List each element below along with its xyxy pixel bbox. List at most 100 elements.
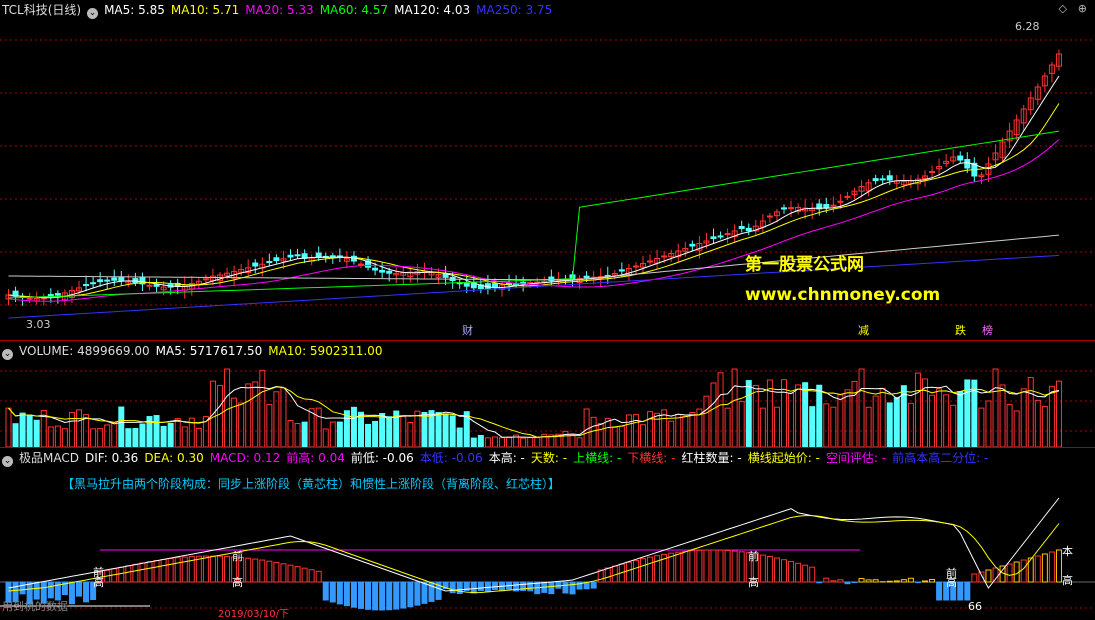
- price-chart-panel[interactable]: TCL科技(日线)⌄MA5: 5.85MA10: 5.71MA20: 5.33M…: [0, 0, 1095, 341]
- dropdown-chevron-icon[interactable]: ⌄: [2, 456, 13, 467]
- volume-bar: [641, 425, 646, 447]
- macd-bar: [302, 568, 307, 582]
- macd-bar: [196, 556, 201, 582]
- candlestick: [55, 294, 60, 296]
- candlestick: [288, 255, 293, 257]
- macd-bar: [1049, 552, 1054, 582]
- macd-bar: [182, 557, 187, 582]
- macd-bar: [782, 560, 787, 582]
- macd-bar: [774, 558, 779, 582]
- volume-bar: [443, 414, 448, 447]
- macd-bar: [316, 571, 321, 582]
- volume-bar: [577, 438, 582, 447]
- dropdown-chevron-icon[interactable]: ⌄: [2, 349, 13, 360]
- zoom-diamond-icon[interactable]: ◇: [1059, 2, 1067, 15]
- panel-close-icon[interactable]: ⊕: [1078, 2, 1087, 15]
- macd-bar: [704, 550, 709, 582]
- macd-panel[interactable]: ⌄极品MACDDIF: 0.36DEA: 0.30MACD: 0.12前高: 0…: [0, 448, 1095, 617]
- macd-bar: [253, 559, 258, 582]
- event-tag[interactable]: 财: [462, 322, 473, 338]
- volume-bar: [584, 409, 589, 447]
- event-tag[interactable]: 跌: [955, 322, 966, 338]
- macd-bar: [168, 559, 173, 582]
- volume-bar: [711, 383, 716, 447]
- volume-bar: [1028, 378, 1033, 447]
- volume-bar: [718, 373, 723, 447]
- macd-bar: [323, 582, 328, 600]
- candlestick: [584, 276, 589, 278]
- volume-bar: [288, 420, 293, 447]
- macd-bar: [84, 582, 89, 602]
- macd-bar: [154, 561, 159, 582]
- volume-bar: [415, 411, 420, 447]
- ma-indicator: MA250: 3.75: [476, 3, 552, 17]
- volume-bar: [852, 381, 857, 447]
- macd-bar: [422, 582, 427, 603]
- volume-bar: [316, 408, 321, 447]
- volume-bar: [958, 392, 963, 447]
- macd-bar: [633, 560, 638, 582]
- stock-name[interactable]: TCL科技(日线): [2, 3, 81, 17]
- macd-bar: [295, 567, 300, 582]
- macd-chart-canvas[interactable]: [0, 448, 1095, 617]
- macd-bar: [126, 566, 131, 582]
- dropdown-chevron-icon[interactable]: ⌄: [87, 8, 98, 19]
- candlestick: [295, 255, 300, 256]
- volume-bar: [168, 423, 173, 447]
- volume-bar: [140, 424, 145, 447]
- volume-bar: [908, 403, 913, 447]
- macd-bar: [810, 567, 815, 582]
- macd-bar: [894, 581, 899, 582]
- volume-bar: [295, 424, 300, 447]
- macd-bar: [979, 572, 984, 582]
- volume-bar: [739, 401, 744, 447]
- ma-indicator: MA60: 4.57: [320, 3, 388, 17]
- macd-bar: [48, 582, 53, 598]
- macd-field: 前低: -0.06: [351, 451, 414, 465]
- macd-bar: [838, 580, 843, 582]
- macd-field: 空间评估: -: [826, 451, 886, 465]
- volume-bar: [796, 385, 801, 447]
- macd-bar: [556, 582, 561, 588]
- candlestick: [887, 176, 892, 180]
- candlestick: [633, 266, 638, 267]
- ma-indicator: MA20: 5.33: [245, 3, 313, 17]
- volume-bar: [1049, 386, 1054, 447]
- macd-marker: 高: [1062, 572, 1073, 588]
- macd-bar: [337, 582, 342, 604]
- macd-title[interactable]: 极品MACD: [19, 451, 79, 465]
- macd-bar: [274, 562, 279, 582]
- macd-bar: [20, 582, 25, 594]
- candlestick: [789, 208, 794, 209]
- candlestick: [838, 201, 843, 202]
- volume-bar: [112, 423, 117, 447]
- macd-bar: [824, 578, 829, 582]
- macd-field: 本高: -: [489, 451, 525, 465]
- volume-bar: [810, 407, 815, 447]
- volume-bar: [77, 410, 82, 447]
- volume-bar: [831, 407, 836, 447]
- macd-bar: [655, 556, 660, 582]
- volume-bar: [979, 408, 984, 447]
- volume-info-bar: ⌄VOLUME: 4899669.00MA5: 5717617.50MA10: …: [2, 344, 388, 358]
- macd-bar: [690, 551, 695, 582]
- volume-bar: [1007, 405, 1012, 447]
- macd-bar: [683, 551, 688, 582]
- event-tag[interactable]: 减: [858, 322, 869, 338]
- volume-bar: [760, 408, 765, 447]
- volume-bar: [422, 412, 427, 447]
- volume-bar: [669, 421, 674, 447]
- macd-bar: [281, 564, 286, 582]
- volume-bar: [1014, 411, 1019, 447]
- candlestick: [619, 270, 624, 271]
- volume-bar: [591, 417, 596, 447]
- macd-bar: [923, 581, 928, 582]
- event-tag[interactable]: 榜: [982, 322, 993, 338]
- candlestick: [930, 172, 935, 173]
- volume-bar: [359, 412, 364, 447]
- macd-bar: [1056, 550, 1061, 582]
- volume-panel[interactable]: ⌄VOLUME: 4899669.00MA5: 5717617.50MA10: …: [0, 341, 1095, 448]
- macd-marker: 高: [232, 574, 243, 590]
- volume-bar: [605, 418, 610, 447]
- macd-bar: [930, 579, 935, 582]
